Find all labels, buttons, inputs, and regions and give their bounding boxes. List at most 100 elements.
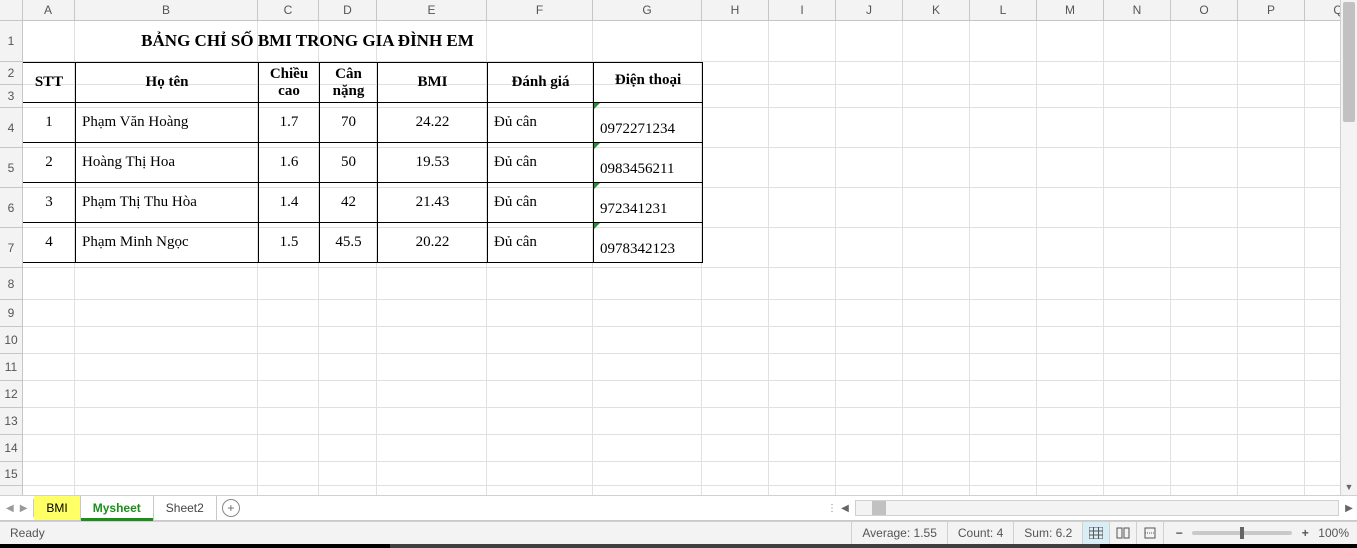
column-header-H[interactable]: H [702, 0, 769, 20]
row-header-4[interactable]: 4 [0, 108, 22, 148]
cell-eval[interactable]: Đủ cân [488, 143, 594, 183]
row-header-10[interactable]: 10 [0, 327, 22, 354]
cell-content-overlay[interactable]: BẢNG CHỈ SỐ BMI TRONG GIA ĐÌNH EM STT Họ… [22, 20, 703, 263]
header-eval: Đánh giá [488, 63, 594, 103]
vertical-scrollbar[interactable]: ▲ ▼ [1340, 0, 1357, 495]
cell-bmi[interactable]: 19.53 [378, 143, 488, 183]
zoom-slider-knob[interactable] [1240, 527, 1244, 539]
cell-stt[interactable]: 2 [23, 143, 76, 183]
page-layout-icon [1116, 527, 1130, 539]
column-headers[interactable]: ABCDEFGHIJKLMNOPQ [0, 0, 1341, 21]
column-header-A[interactable]: A [22, 0, 75, 20]
row-header-1[interactable]: 1 [0, 20, 22, 62]
cell-name[interactable]: Phạm Thị Thu Hòa [76, 183, 259, 223]
cell-eval[interactable]: Đủ cân [488, 183, 594, 223]
sheet-tab-bar[interactable]: ◀ ▶ BMI Mysheet Sheet2 + ⋮ ◀ ▶ [0, 496, 1357, 521]
sheet-tab-sheet2[interactable]: Sheet2 [154, 496, 217, 520]
row-header-7[interactable]: 7 [0, 228, 22, 268]
header-name: Họ tên [76, 63, 259, 103]
sheet-nav-next-icon[interactable]: ▶ [20, 503, 28, 514]
row-header-3[interactable]: 3 [0, 85, 22, 108]
column-header-N[interactable]: N [1104, 0, 1171, 20]
cell-eval[interactable]: Đủ cân [488, 103, 594, 143]
status-sum: Sum: 6.2 [1013, 522, 1082, 544]
row-headers[interactable]: 123456789101112131415 [0, 0, 23, 495]
cell-bmi[interactable]: 21.43 [378, 183, 488, 223]
row-header-8[interactable]: 8 [0, 268, 22, 300]
column-header-G[interactable]: G [593, 0, 702, 20]
column-header-D[interactable]: D [319, 0, 377, 20]
row-header-11[interactable]: 11 [0, 354, 22, 381]
row-header-15[interactable]: 15 [0, 462, 22, 486]
cell-height[interactable]: 1.5 [259, 223, 320, 263]
zoom-percent[interactable]: 100% [1318, 526, 1349, 540]
scroll-left-icon[interactable]: ◀ [837, 503, 853, 514]
column-header-F[interactable]: F [487, 0, 593, 20]
row-header-9[interactable]: 9 [0, 300, 22, 327]
cell-weight[interactable]: 50 [320, 143, 378, 183]
sheet-tab-mysheet[interactable]: Mysheet [81, 496, 154, 520]
zoom-slider[interactable] [1192, 531, 1292, 535]
cell-phone[interactable]: 0983456211 [594, 143, 703, 183]
zoom-control[interactable]: − + 100% [1164, 526, 1357, 540]
cell-phone[interactable]: 0972271234 [594, 103, 703, 143]
table-row[interactable]: 2 Hoàng Thị Hoa 1.6 50 19.53 Đủ cân 0983… [23, 143, 703, 183]
select-all-corner[interactable] [0, 0, 23, 21]
cell-eval[interactable]: Đủ cân [488, 223, 594, 263]
column-header-C[interactable]: C [258, 0, 319, 20]
scroll-down-icon[interactable]: ▼ [1341, 479, 1357, 495]
cell-bmi[interactable]: 24.22 [378, 103, 488, 143]
sheet-nav-buttons[interactable]: ◀ ▶ [0, 496, 33, 520]
sheet-tab-bmi[interactable]: BMI [34, 496, 80, 520]
table-row[interactable]: 4 Phạm Minh Ngọc 1.5 45.5 20.22 Đủ cân 0… [23, 223, 703, 263]
column-header-I[interactable]: I [769, 0, 836, 20]
cell-stt[interactable]: 3 [23, 183, 76, 223]
add-sheet-button[interactable]: + [217, 496, 245, 520]
table-row[interactable]: 1 Phạm Văn Hoàng 1.7 70 24.22 Đủ cân 097… [23, 103, 703, 143]
cell-height[interactable]: 1.4 [259, 183, 320, 223]
view-switcher[interactable] [1082, 522, 1164, 544]
zoom-out-button[interactable]: − [1172, 526, 1186, 540]
column-header-E[interactable]: E [377, 0, 487, 20]
cell-name[interactable]: Phạm Văn Hoàng [76, 103, 259, 143]
row-header-12[interactable]: 12 [0, 381, 22, 408]
cell-height[interactable]: 1.6 [259, 143, 320, 183]
column-header-L[interactable]: L [970, 0, 1037, 20]
scroll-thumb[interactable] [1343, 2, 1355, 122]
tab-split-handle[interactable]: ⋮ [827, 503, 837, 514]
row-header-13[interactable]: 13 [0, 408, 22, 435]
cell-weight[interactable]: 42 [320, 183, 378, 223]
cell-stt[interactable]: 4 [23, 223, 76, 263]
column-header-B[interactable]: B [75, 0, 258, 20]
cell-name[interactable]: Hoàng Thị Hoa [76, 143, 259, 183]
cell-bmi[interactable]: 20.22 [378, 223, 488, 263]
zoom-in-button[interactable]: + [1298, 526, 1312, 540]
cell-weight[interactable]: 70 [320, 103, 378, 143]
scroll-right-icon[interactable]: ▶ [1341, 503, 1357, 514]
column-header-K[interactable]: K [903, 0, 970, 20]
column-header-J[interactable]: J [836, 0, 903, 20]
horizontal-scrollbar[interactable]: ⋮ ◀ ▶ [827, 496, 1357, 520]
scroll-thumb[interactable] [872, 501, 886, 515]
cell-weight[interactable]: 45.5 [320, 223, 378, 263]
bmi-table[interactable]: STT Họ tên Chiều cao Cân nặng BMI Đánh g… [22, 62, 703, 263]
cell-phone[interactable]: 972341231 [594, 183, 703, 223]
view-page-break-button[interactable] [1137, 522, 1164, 544]
cell-phone[interactable]: 0978342123 [594, 223, 703, 263]
cell-name[interactable]: Phạm Minh Ngọc [76, 223, 259, 263]
view-page-layout-button[interactable] [1110, 522, 1137, 544]
column-header-M[interactable]: M [1037, 0, 1104, 20]
sheet-nav-prev-icon[interactable]: ◀ [6, 503, 14, 514]
row-header-6[interactable]: 6 [0, 188, 22, 228]
cell-stt[interactable]: 1 [23, 103, 76, 143]
spreadsheet-grid[interactable]: ABCDEFGHIJKLMNOPQ 123456789101112131415 … [0, 0, 1357, 496]
view-normal-button[interactable] [1083, 522, 1110, 544]
row-header-5[interactable]: 5 [0, 148, 22, 188]
cell-height[interactable]: 1.7 [259, 103, 320, 143]
column-header-P[interactable]: P [1238, 0, 1305, 20]
table-row[interactable]: 3 Phạm Thị Thu Hòa 1.4 42 21.43 Đủ cân 9… [23, 183, 703, 223]
column-header-O[interactable]: O [1171, 0, 1238, 20]
row-header-14[interactable]: 14 [0, 435, 22, 462]
scroll-track[interactable] [855, 500, 1339, 516]
row-header-2[interactable]: 2 [0, 62, 22, 85]
